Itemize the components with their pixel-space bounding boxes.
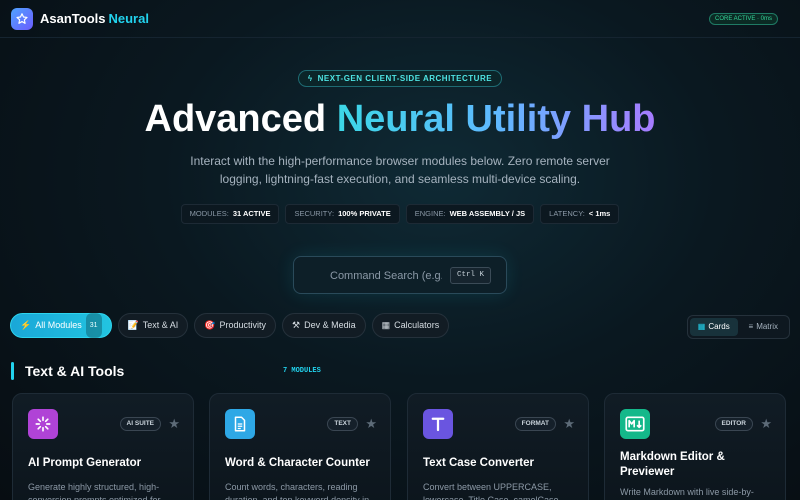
text-t-icon [423, 409, 453, 439]
tab-dev-media[interactable]: ⚒ Dev & Media [282, 313, 366, 338]
stats-row: MODULES: 31 ACTIVE SECURITY: 100% PRIVATE … [0, 204, 800, 224]
logo-star-icon[interactable] [11, 8, 33, 30]
stat-modules: MODULES: 31 ACTIVE [180, 204, 280, 224]
card-description: Write Markdown with live side-by- [620, 487, 754, 497]
tool-card-ai-prompt-generator[interactable]: AI SUITE ★ AI Prompt Generator Generate … [12, 393, 194, 500]
tab-label: Text & AI [142, 320, 179, 330]
top-bar: AsanTools Neural CORE ACTIVE · 0ms [0, 0, 800, 38]
target-icon: 🎯 [204, 320, 216, 330]
section-title: Text & AI Tools [25, 363, 125, 379]
view-label: Cards [708, 322, 730, 331]
tab-count-badge: 31 [85, 313, 102, 338]
sparkle-icon [28, 409, 58, 439]
stat-value: WEB ASSEMBLY / JS [449, 209, 526, 218]
stat-latency: LATENCY: < 1ms [540, 204, 620, 224]
search-input[interactable] [330, 267, 442, 285]
stat-label: ENGINE: [414, 209, 446, 218]
tab-all-modules[interactable]: ⚡ All Modules 31 [10, 313, 112, 338]
brand-text: AsanTools [40, 11, 106, 26]
stat-value: < 1ms [588, 209, 611, 218]
brand-name[interactable]: AsanTools Neural [40, 11, 149, 26]
stat-value: 100% PRIVATE [338, 209, 391, 218]
title-plain: Advanced [144, 98, 327, 140]
tab-calculators[interactable]: ▦ Calculators [371, 313, 450, 338]
calculator-icon: ▦ [381, 320, 391, 330]
card-tag: AI SUITE [119, 417, 161, 431]
favorite-star-icon[interactable]: ★ [365, 416, 377, 432]
bolt-icon: ⚡ [20, 320, 32, 330]
eyebrow-badge: ϟ NEXT-GEN CLIENT-SIDE ARCHITECTURE [298, 70, 502, 87]
favorite-star-icon[interactable]: ★ [563, 416, 575, 432]
shortcut-key-hint: Ctrl K [450, 267, 492, 284]
stat-label: LATENCY: [549, 209, 585, 218]
card-title: Text Case Converter [423, 457, 534, 469]
stat-label: SECURITY: [294, 209, 335, 218]
tab-productivity[interactable]: 🎯 Productivity [194, 313, 277, 338]
favorite-star-icon[interactable]: ★ [168, 416, 180, 432]
view-label: Matrix [756, 322, 778, 331]
card-title: Word & Character Counter [225, 457, 370, 469]
hero-subtitle: Interact with the high-performance brows… [190, 154, 610, 186]
grid-icon: ▦ [697, 322, 706, 331]
card-description: Count words, characters, reading duratio… [225, 482, 370, 500]
card-tag: EDITOR [714, 417, 753, 431]
stat-label: MODULES: [189, 209, 229, 218]
bolt-icon: ϟ [307, 74, 313, 83]
card-title: AI Prompt Generator [28, 457, 142, 469]
stat-value: 31 ACTIVE [232, 209, 271, 218]
section-accent-bar [11, 362, 14, 380]
view-toggle: ▦ Cards ≡ Matrix [687, 315, 790, 339]
card-description: Convert between UPPERCASE, lowercase, Ti… [423, 482, 559, 500]
tab-text-ai[interactable]: 📝 Text & AI [117, 313, 189, 338]
tool-card-word-counter[interactable]: TEXT ★ Word & Character Counter Count wo… [209, 393, 391, 500]
favorite-star-icon[interactable]: ★ [760, 416, 772, 432]
tool-card-markdown-editor[interactable]: EDITOR ★ Markdown Editor & Previewer Wri… [604, 393, 786, 500]
card-title: Markdown Editor & Previewer [620, 451, 725, 478]
card-tag: TEXT [327, 417, 358, 431]
tab-label: Calculators [394, 320, 440, 330]
stat-engine: ENGINE: WEB ASSEMBLY / JS [405, 204, 535, 224]
tool-card-text-case-converter[interactable]: FORMAT ★ Text Case Converter Convert bet… [407, 393, 589, 500]
section-module-count: 7 MODULES [283, 367, 321, 375]
document-icon [225, 409, 255, 439]
tab-label: Productivity [219, 320, 267, 330]
tab-label: All Modules [35, 320, 82, 330]
markdown-icon [620, 409, 650, 439]
category-tabs: ⚡ All Modules 31 📝 Text & AI 🎯 Productiv… [10, 313, 450, 338]
view-cards-button[interactable]: ▦ Cards [690, 318, 738, 336]
card-tag: FORMAT [514, 417, 556, 431]
eyebrow-text: NEXT-GEN CLIENT-SIDE ARCHITECTURE [317, 74, 493, 83]
memo-icon: 📝 [127, 320, 139, 330]
stat-security: SECURITY: 100% PRIVATE [285, 204, 400, 224]
core-status-badge: CORE ACTIVE · 0ms [709, 13, 779, 25]
brand-accent: Neural [108, 11, 149, 26]
tab-label: Dev & Media [304, 320, 356, 330]
page-title: Advanced Neural Utility Hub [0, 98, 800, 141]
tools-icon: ⚒ [292, 320, 301, 330]
command-search: Ctrl K [293, 256, 507, 294]
view-matrix-button[interactable]: ≡ Matrix [740, 318, 788, 336]
title-gradient: Neural Utility Hub [336, 98, 656, 140]
list-icon: ≡ [748, 322, 754, 331]
card-description: Generate highly structured, high-convers… [28, 482, 161, 500]
